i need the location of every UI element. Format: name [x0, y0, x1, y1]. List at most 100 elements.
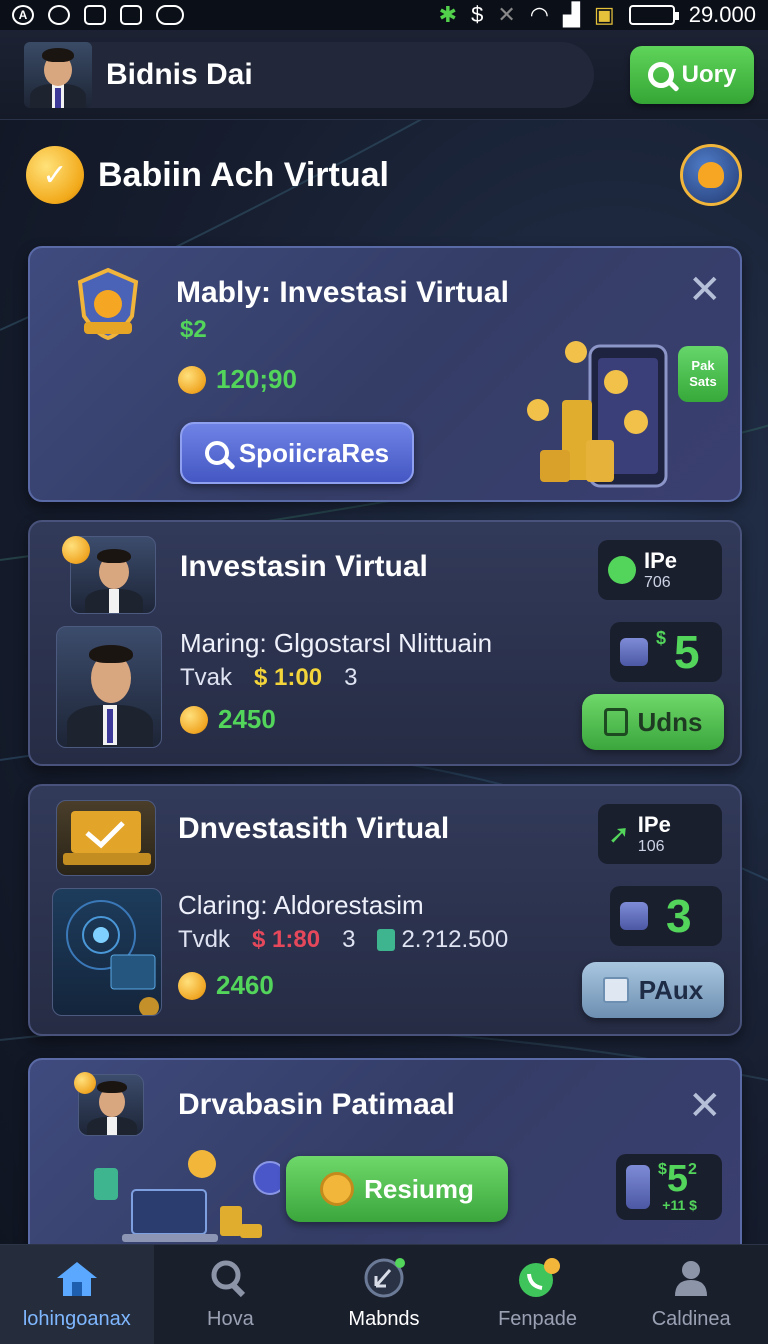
nav-search[interactable]: Hova: [154, 1245, 308, 1344]
coin-icon: [62, 536, 90, 564]
investment-card-2[interactable]: Dnvestasith Virtual Claring: Aldorestasi…: [28, 784, 742, 1036]
card-2-meta-count: 3: [342, 926, 356, 953]
server-icon: [626, 1165, 650, 1209]
card-2-coin-balance: 2460: [178, 970, 274, 1001]
nav-markets[interactable]: Mabnds: [307, 1245, 461, 1344]
status-bar: A ✱ $ ✕ ◠ ▟ ▣ 29.000: [0, 0, 768, 30]
jar-icon: [377, 929, 396, 951]
card-2-button-label: PAux: [638, 974, 704, 1005]
nav-home[interactable]: lohingoanax: [0, 1245, 154, 1344]
nav-profile-label: Caldinea: [651, 1308, 731, 1330]
home-icon: [56, 1262, 97, 1296]
card-1-price-box: $ 5: [610, 622, 722, 682]
phone-coins-illustration: [527, 341, 668, 488]
card-1-stat-sub: 706: [644, 574, 671, 591]
achievement-badge-icon[interactable]: [680, 144, 742, 206]
card-1-meta-label: Tvak: [180, 664, 233, 691]
featured-coin-balance: 120;90: [178, 364, 297, 395]
search-icon: [211, 1260, 246, 1298]
coin-icon: [178, 365, 206, 394]
card-2-coins: 2460: [216, 970, 274, 1000]
card-3-button-label: Resiumg: [364, 1173, 474, 1204]
card-3-stat-super: 2: [688, 1161, 697, 1178]
search-button[interactable]: Uory: [630, 46, 754, 104]
speech-bubble: Pak Sats: [678, 346, 728, 402]
app-header: Bidnis Dai Uory: [0, 30, 768, 120]
nav-search-label: Hova: [207, 1308, 254, 1330]
featured-investment-card[interactable]: Mably: Investasi Virtual $2 120;90 Spoii…: [28, 246, 742, 502]
card-1-stat-price: 5: [674, 626, 700, 678]
featured-action-button[interactable]: SpoiicrаRes: [180, 422, 414, 484]
card-2-stat-sub: 106: [637, 838, 665, 855]
card-2-title: Dnvestasith Virtual: [178, 812, 450, 845]
profile-bar[interactable]: Bidnis Dai: [24, 42, 594, 108]
card-2-meta-extra: 2.?12.500: [401, 926, 509, 953]
search-button-label: Uory: [681, 61, 737, 88]
account-icon: A: [12, 5, 34, 25]
featured-coins-value: 120;90: [216, 364, 297, 394]
check-coin-icon: ✓: [26, 146, 84, 204]
signal-icon: ▟: [562, 2, 580, 27]
card-2-stat-price: 3: [666, 890, 692, 942]
card-2-stat-top: ➚ IPe 106: [598, 804, 722, 864]
bubble-label: Pak Sats: [689, 358, 717, 389]
investment-card-3[interactable]: Drvabasin Patimaal ✕ Resiumg $ 5 2 +11 $: [28, 1058, 742, 1258]
page-title: Bidnis Dai: [106, 58, 253, 91]
battery-icon: [628, 5, 679, 25]
vibrate-icon: ✕: [497, 2, 516, 27]
clipboard-icon: [120, 5, 142, 25]
card-1-button-label: Udns: [637, 706, 703, 737]
close-icon[interactable]: ✕: [688, 270, 722, 310]
card-3-price-box: $ 5 2 +11 $: [616, 1154, 722, 1220]
investment-card-1[interactable]: Investasin Virtual Maring: Glgostarsl Nl…: [28, 520, 742, 766]
avatar[interactable]: [24, 42, 92, 108]
search-icon: [204, 441, 229, 465]
card-3-action-button[interactable]: Resiumg: [286, 1156, 508, 1222]
card-2-stat-label: IPe: [637, 812, 671, 837]
trend-icon: [364, 1258, 405, 1298]
trophy-icon: [320, 1172, 355, 1206]
card-1-meta-count: 3: [344, 664, 358, 691]
card-3-stat-price: 5: [666, 1158, 689, 1200]
user-icon: [675, 1261, 708, 1296]
card-1-meta: Tvak $ 1:00 3: [180, 664, 357, 692]
home-status-icon: [84, 5, 106, 25]
card-2-meta-label: Tvdk: [178, 926, 231, 953]
card-1-title: Investasin Virtual: [180, 550, 428, 583]
coin-icon: [180, 705, 208, 734]
section-title: Babiin Ach Virtual: [98, 155, 389, 194]
card-3-title: Drvabasin Patimaal: [178, 1088, 455, 1121]
card-2-action-button[interactable]: PAux: [582, 962, 724, 1018]
featured-card-price: $2: [180, 316, 207, 343]
laptop-thumbnail: [56, 800, 156, 876]
gear-status-icon: ✱: [438, 2, 458, 27]
coin-icon: [178, 971, 206, 1000]
investor-portrait: [56, 626, 162, 748]
laptop-coins-illustration: [94, 1150, 280, 1242]
status-time: 29.000: [688, 2, 756, 27]
document-icon: [603, 708, 628, 736]
nav-home-label: lohingoanax: [22, 1308, 131, 1330]
nav-phone[interactable]: Fenpade: [461, 1245, 615, 1344]
wifi-icon: ◠: [529, 2, 549, 27]
arrow-up-icon: ➚: [608, 818, 630, 849]
card-1-stat-label: IPe: [644, 548, 678, 573]
search-icon: [647, 62, 674, 88]
nav-markets-label: Mabnds: [348, 1308, 420, 1330]
orbit-thumbnail: [52, 888, 162, 1016]
nav-phone-label: Fenpade: [498, 1308, 578, 1330]
bottom-navigation: lohingoanax Hova Mabnds Fenpade Caldinea: [0, 1244, 768, 1344]
nav-profile[interactable]: Caldinea: [614, 1245, 768, 1344]
card-3-stat-currency: $: [658, 1161, 667, 1178]
card-1-action-button[interactable]: Udns: [582, 694, 724, 750]
sync-icon: [48, 5, 70, 25]
card-2-price-box: 3: [610, 886, 722, 946]
gamepad-icon: [156, 5, 184, 25]
dollar-icon: $: [471, 2, 484, 27]
card-1-coins: 2450: [218, 704, 276, 734]
card-1-stat-top: IPe 706: [598, 540, 722, 600]
phone-icon: [518, 1258, 560, 1297]
server-icon: [620, 902, 648, 930]
card-2-meta: Tvdk $ 1:80 3 2.?12.500: [178, 926, 508, 954]
close-icon[interactable]: ✕: [688, 1086, 722, 1126]
